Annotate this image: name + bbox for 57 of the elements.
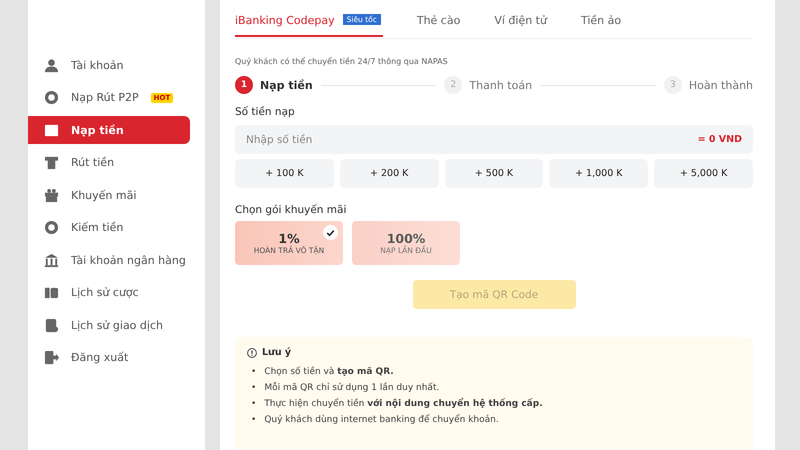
step-number: 3 bbox=[664, 76, 682, 94]
bullet: • bbox=[251, 382, 256, 394]
quick-amount-button[interactable]: + 1,000 K bbox=[549, 159, 648, 188]
notice-item: Chọn số tiền và tạo mã QR. bbox=[264, 366, 394, 378]
notice-item: Thực hiện chuyển tiền với nội dung chuyển hệ thống cấp. bbox=[264, 398, 543, 410]
quick-amount-button[interactable]: + 200 K bbox=[340, 159, 439, 188]
notice-item: Quý khách dùng internet banking để chuyển khoản. bbox=[264, 414, 499, 426]
step-label: Thanh toán bbox=[469, 78, 532, 92]
bullet: • bbox=[251, 414, 256, 426]
notice-item: Mỗi mã QR chỉ sử dụng 1 lần duy nhất. bbox=[264, 382, 440, 394]
info-icon bbox=[247, 348, 257, 358]
sidebar-item[interactable]: Đăng xuất bbox=[28, 344, 190, 372]
sidebar-item[interactable]: Tài khoản ngân hàng bbox=[28, 246, 190, 274]
item-label: Khuyến mãi bbox=[71, 188, 136, 202]
payment-tab[interactable]: Tiền ảo bbox=[580, 14, 622, 37]
item-label: Nạp tiền bbox=[71, 124, 124, 136]
user-icon bbox=[44, 58, 59, 72]
bullet: • bbox=[251, 366, 256, 378]
promotion-value: 100% bbox=[386, 231, 426, 246]
coin-icon bbox=[44, 90, 59, 105]
sidebar-item[interactable]: Khuyến mãi bbox=[28, 181, 190, 209]
item-label: Kiếm tiền bbox=[71, 221, 124, 234]
item-label: Nạp Rút P2P bbox=[71, 91, 139, 104]
notice-title: Lưu ý bbox=[262, 347, 292, 358]
bullet: • bbox=[251, 398, 256, 410]
step-number: 2 bbox=[444, 76, 462, 94]
amount-label: Số tiền nạp bbox=[235, 106, 296, 118]
logout-icon bbox=[44, 350, 59, 365]
sidebar-item[interactable]: Kiếm tiền bbox=[28, 214, 190, 242]
total-amount: = 0 VND bbox=[698, 133, 742, 146]
sidebar-item[interactable]: Nạp tiền bbox=[28, 116, 190, 144]
quick-amount-button[interactable]: + 500 K bbox=[444, 159, 544, 188]
step-label: Nạp tiền bbox=[260, 78, 313, 92]
item-label: Rút tiền bbox=[71, 156, 114, 169]
step-label: Hoàn thành bbox=[688, 78, 754, 92]
quick-amount-button[interactable]: + 100 K bbox=[235, 159, 334, 188]
item-label: Đăng xuất bbox=[71, 351, 128, 364]
gift-icon bbox=[44, 188, 59, 202]
sidebar-item[interactable]: Tài khoản bbox=[28, 51, 190, 79]
napas-note: Quý khách có thể chuyển tiền 24/7 thông qua NAPAS bbox=[235, 57, 449, 66]
promotion-label: Chọn gói khuyến mãi bbox=[235, 204, 348, 216]
item-label: Tài khoản ngân hàng bbox=[71, 254, 186, 266]
card-icon bbox=[44, 122, 59, 138]
step-number: 1 bbox=[235, 76, 253, 94]
bank-icon bbox=[44, 252, 59, 268]
payment-tab[interactable]: Thẻ cào bbox=[416, 14, 460, 37]
payment-tab[interactable]: Ví điện tử bbox=[494, 14, 547, 37]
coin-icon bbox=[44, 220, 59, 235]
check-icon bbox=[323, 225, 338, 240]
sidebar-item[interactable]: Lịch sử cược bbox=[28, 278, 190, 306]
item-label: Tài khoản bbox=[71, 58, 124, 72]
item-label: Lịch sử giao dịch bbox=[71, 318, 163, 332]
item-label: Lịch sử cược bbox=[71, 286, 139, 299]
quick-amount-button[interactable]: + 5,000 K bbox=[654, 159, 753, 188]
sidebar-item[interactable]: Lịch sử giao dịch bbox=[28, 311, 190, 339]
promotion-value: 1% bbox=[278, 231, 300, 246]
sidebar-item[interactable]: Rút tiền bbox=[28, 148, 190, 176]
